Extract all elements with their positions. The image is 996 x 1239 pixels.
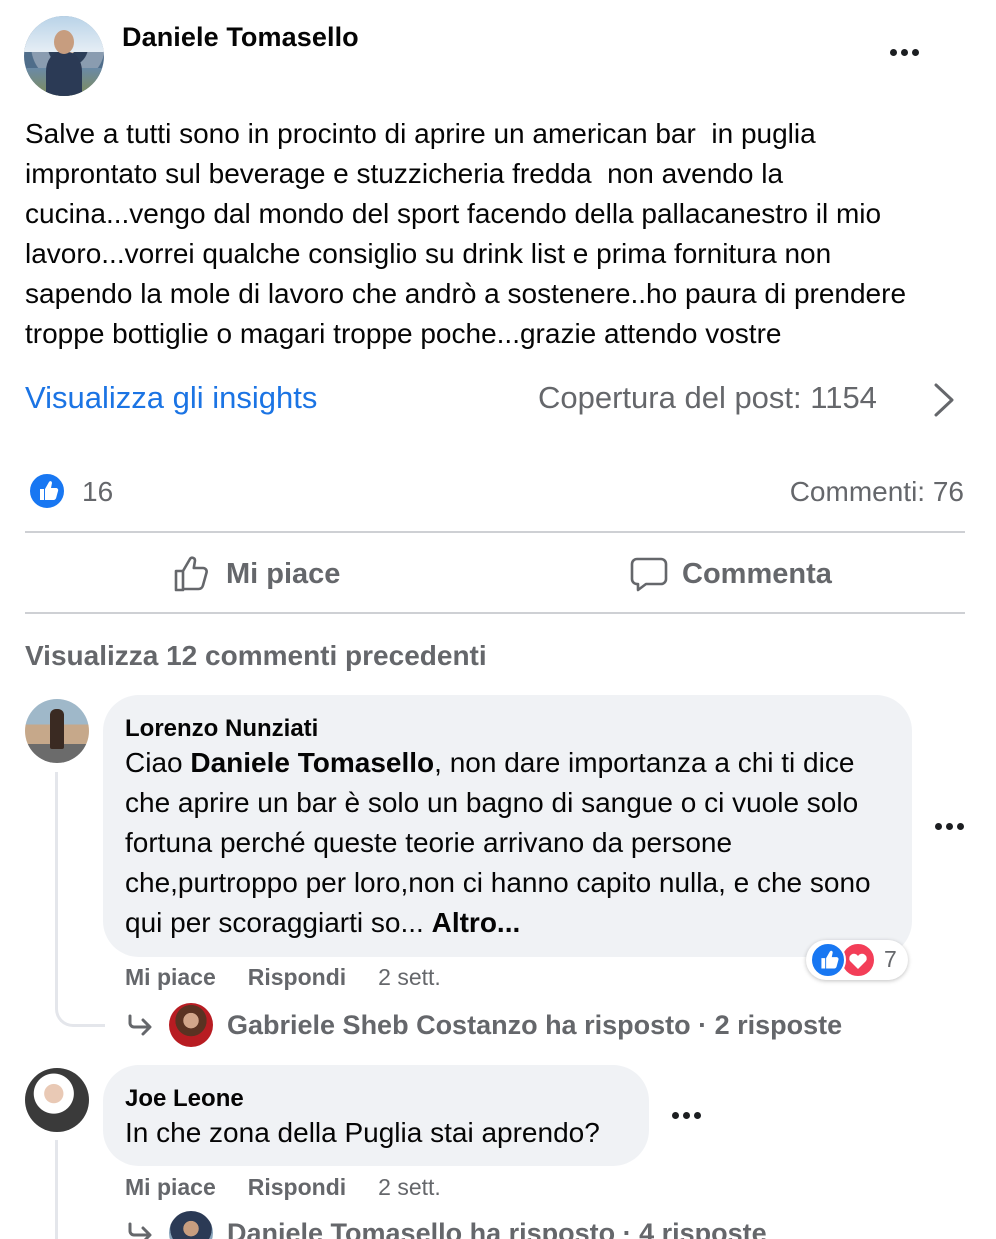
commenter-name[interactable]: Joe Leone — [125, 1085, 244, 1113]
comment-actions: Mi piace Rispondi 2 sett. — [125, 1174, 441, 1201]
replies-link[interactable]: Gabriele Sheb Costanzo ha risposto · 2 r… — [125, 1000, 842, 1050]
replier-avatar — [169, 1211, 213, 1239]
comment-reply-button[interactable]: Rispondi — [248, 1174, 346, 1201]
post-header: Daniele Tomasello — [24, 16, 974, 100]
replies-summary: Daniele Tomasello ha risposto · 4 rispos… — [227, 1217, 767, 1239]
post-reach: Copertura del post: 1154 — [538, 380, 877, 415]
reply-arrow-icon — [128, 1222, 152, 1239]
comment-more-icon[interactable] — [666, 1103, 706, 1127]
comments-count[interactable]: Commenti: 76 — [790, 476, 964, 508]
comment-like-button[interactable]: Mi piace — [125, 964, 216, 991]
reactions-count[interactable]: 16 — [82, 476, 113, 508]
comment-timestamp[interactable]: 2 sett. — [378, 1174, 441, 1201]
comment-reactions[interactable]: 7 — [806, 940, 908, 980]
like-reaction-icon[interactable] — [28, 472, 66, 510]
comment-outline-icon — [630, 557, 668, 592]
see-more-link[interactable]: Altro... — [432, 907, 521, 938]
commenter-name[interactable]: Lorenzo Nunziati — [125, 715, 318, 743]
comment-timestamp[interactable]: 2 sett. — [378, 964, 441, 991]
reply-arrow-icon — [128, 1014, 152, 1036]
like-button-label: Mi piace — [226, 557, 341, 590]
thread-line — [55, 772, 105, 1027]
replies-link[interactable]: Daniele Tomasello ha risposto · 4 rispos… — [125, 1208, 767, 1239]
thread-line — [55, 1140, 105, 1239]
comment-button-label: Commenta — [682, 557, 832, 590]
comment-actions: Mi piace Rispondi 2 sett. — [125, 964, 441, 991]
replier-avatar — [169, 1003, 213, 1047]
comment-button[interactable]: Commenta — [630, 548, 832, 600]
author-name[interactable]: Daniele Tomasello — [122, 22, 359, 53]
divider — [25, 531, 965, 533]
replies-summary: Gabriele Sheb Costanzo ha risposto · 2 r… — [227, 1009, 843, 1040]
comment-bubble: Joe Leone In che zona della Puglia stai … — [103, 1065, 649, 1166]
like-button[interactable]: Mi piace — [172, 548, 340, 600]
thumb-up-outline-icon — [174, 556, 208, 592]
comment-text: Ciao Daniele Tomasello, non dare importa… — [125, 747, 871, 938]
comment-bubble: Lorenzo Nunziati Ciao Daniele Tomasello,… — [103, 695, 912, 957]
divider — [25, 612, 965, 614]
comment-text: In che zona della Puglia stai aprendo? — [125, 1117, 600, 1148]
comment-like-button[interactable]: Mi piace — [125, 1174, 216, 1201]
like-reaction-icon — [810, 942, 846, 978]
post-more-icon[interactable] — [884, 40, 924, 64]
commenter-avatar[interactable] — [25, 699, 89, 763]
view-previous-comments[interactable]: Visualizza 12 commenti precedenti — [25, 640, 487, 672]
comment-reply-button[interactable]: Rispondi — [248, 964, 346, 991]
comment-reaction-count: 7 — [884, 946, 897, 972]
insights-link[interactable]: Visualizza gli insights — [25, 380, 317, 416]
commenter-avatar[interactable] — [25, 1068, 89, 1132]
post-text: Salve a tutti sono in procinto di aprire… — [25, 118, 907, 349]
mention-link[interactable]: Daniele Tomasello — [190, 747, 434, 778]
comment-more-icon[interactable] — [929, 814, 969, 838]
author-avatar[interactable] — [24, 16, 104, 96]
chevron-right-icon[interactable] — [928, 382, 958, 418]
